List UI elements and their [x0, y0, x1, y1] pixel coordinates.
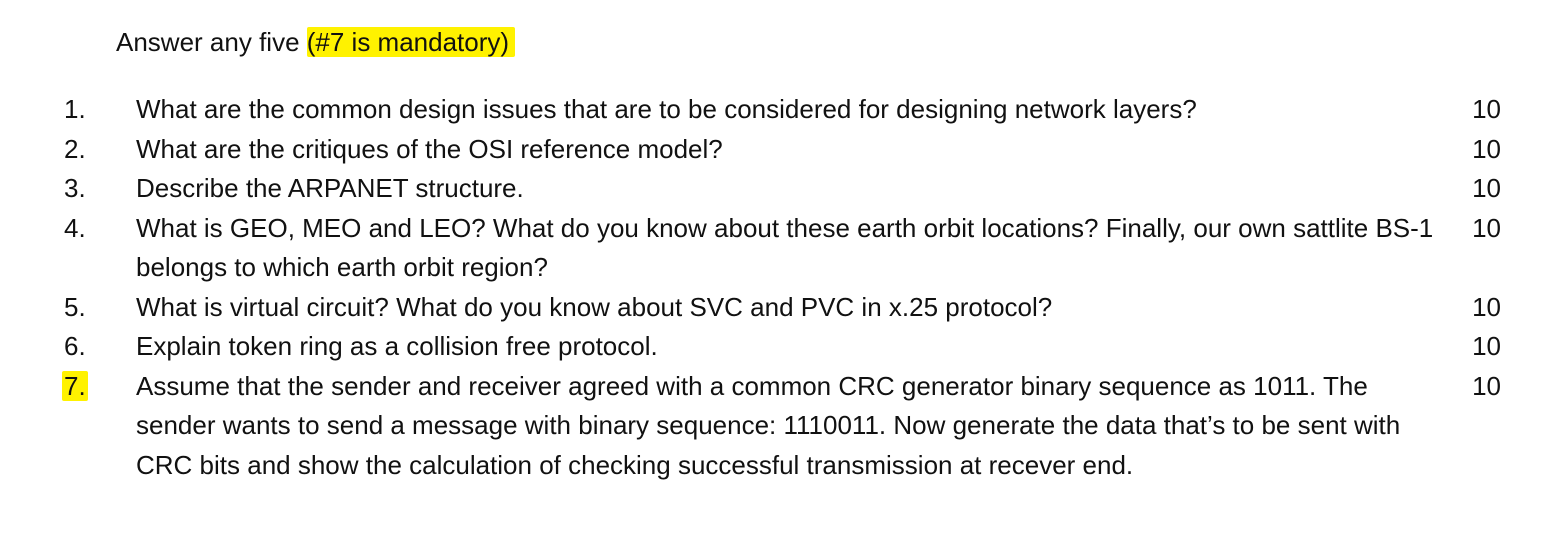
exam-page: Answer any five (#7 is mandatory) 1. Wha… — [0, 0, 1555, 541]
question-item: 3. Describe the ARPANET structure. 10 — [0, 169, 1555, 209]
question-item: 4. What is GEO, MEO and LEO? What do you… — [0, 209, 1555, 288]
question-text: Explain token ring as a collision free p… — [136, 331, 658, 361]
mandatory-number-highlight: 7. — [62, 370, 88, 401]
question-marks: 10 — [1472, 331, 1501, 361]
question-list: 1. What are the common design issues tha… — [0, 90, 1555, 485]
question-text: What are the critiques of the OSI refere… — [136, 133, 723, 164]
question-number: 6. — [64, 331, 86, 361]
question-text: What is virtual circuit? What do you kno… — [136, 291, 1053, 322]
question-marks: 10 — [1472, 133, 1501, 164]
question-item: 5. What is virtual circuit? What do you … — [0, 288, 1555, 328]
question-item: 1. What are the common design issues tha… — [0, 90, 1555, 130]
question-item-mandatory: 7. Assume that the sender and receiver a… — [0, 367, 1555, 486]
mandatory-highlight: (#7 is mandatory) — [306, 27, 516, 57]
question-marks: 10 — [1472, 291, 1501, 322]
question-marks: 10 — [1472, 173, 1501, 203]
question-text: Assume that the sender and receiver agre… — [136, 370, 1401, 480]
question-number: 4. — [64, 212, 86, 243]
question-item: 6. Explain token ring as a collision fre… — [0, 327, 1555, 367]
question-marks: 10 — [1472, 94, 1501, 124]
instruction-line: Answer any five (#7 is mandatory) — [116, 24, 516, 60]
question-number: 1. — [64, 94, 86, 124]
question-number: 2. — [64, 133, 86, 164]
question-marks: 10 — [1472, 370, 1501, 401]
question-item: 2. What are the critiques of the OSI ref… — [0, 130, 1555, 170]
question-number: 5. — [64, 291, 86, 322]
instruction-prefix: Answer any five — [116, 27, 307, 57]
question-text: Describe the ARPANET structure. — [136, 173, 524, 203]
question-number-mandatory: 7. — [0, 367, 136, 407]
question-marks: 10 — [1472, 212, 1501, 243]
question-number: 3. — [64, 173, 86, 203]
question-text: What is GEO, MEO and LEO? What do you kn… — [136, 212, 1434, 283]
question-text: What are the common design issues that a… — [136, 94, 1197, 124]
